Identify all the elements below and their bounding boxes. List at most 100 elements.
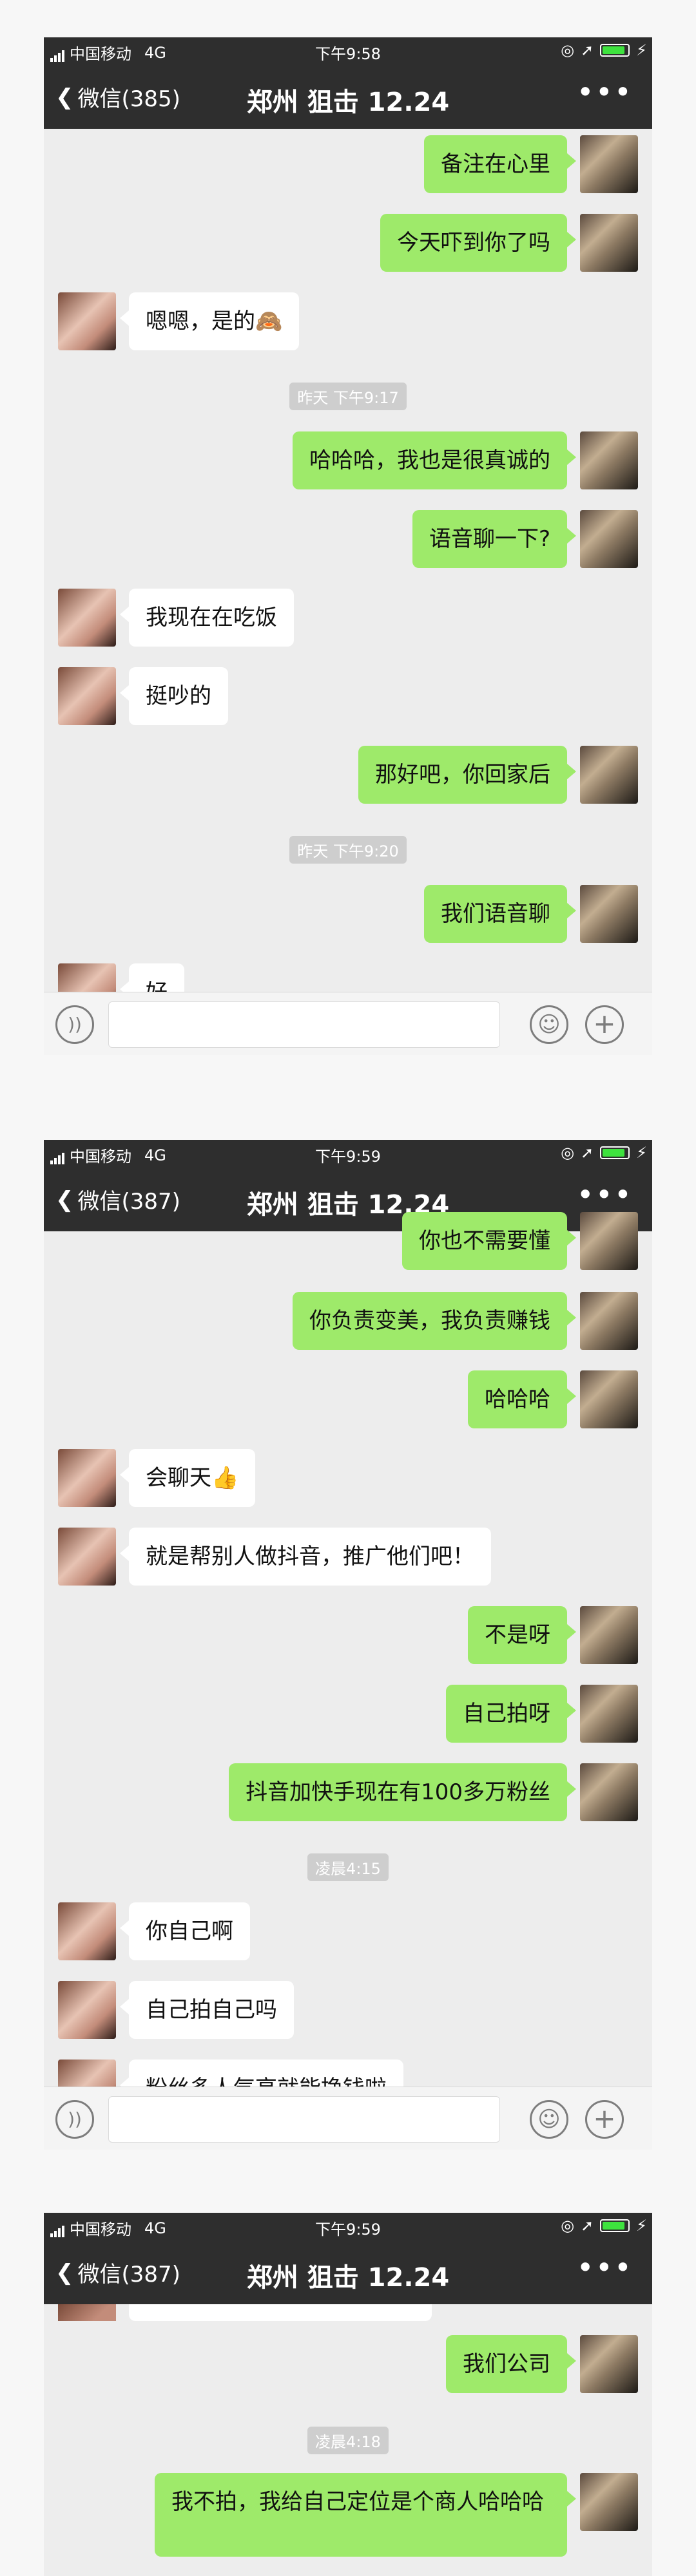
emoji-icon[interactable]: ☺ xyxy=(530,1005,568,1044)
voice-toggle-icon[interactable]: )) xyxy=(55,2100,94,2139)
message-bubble[interactable]: 我们公司 xyxy=(446,2335,576,2393)
message-bubble-cropped[interactable] xyxy=(129,2304,432,2321)
my-avatar[interactable] xyxy=(580,1606,638,1664)
message-bubble[interactable]: 我不拍，我给自己定位是个商人哈哈哈 xyxy=(155,2473,576,2557)
message-outgoing: 自己拍呀 xyxy=(44,1685,652,1743)
message-input[interactable] xyxy=(108,2096,500,2143)
contact-avatar[interactable] xyxy=(58,1449,116,1507)
more-button[interactable]: ••• xyxy=(577,75,633,109)
message-outgoing: 不是呀 xyxy=(44,1606,652,1664)
message-bubble[interactable]: 自己拍呀 xyxy=(446,1685,576,1743)
message-outgoing: 我不拍，我给自己定位是个商人哈哈哈 xyxy=(44,2473,652,2557)
message-incoming: 会聊天👍 xyxy=(44,1449,652,1507)
charging-icon: ⚡ xyxy=(636,2217,647,2235)
contact-avatar[interactable] xyxy=(58,1981,116,2039)
message-bubble[interactable]: 你自己啊 xyxy=(120,1902,250,1960)
my-avatar[interactable] xyxy=(580,214,638,272)
timestamp-label: 昨天 下午9:17 xyxy=(289,383,407,410)
timestamp-label: 凌晨4:18 xyxy=(307,2427,389,2454)
message-outgoing: 你负责变美，我负责赚钱 xyxy=(44,1292,652,1350)
location-icon: ◎ xyxy=(561,2217,575,2235)
message-bubble[interactable]: 我现在在吃饭 xyxy=(120,589,294,647)
message-bubble[interactable]: 备注在心里 xyxy=(424,135,576,193)
status-bar: 中国移动 4G 下午9:59 ◎ ➚ ⚡ xyxy=(44,1140,652,1166)
message-bubble[interactable]: 就是帮别人做抖音，推广他们吧！ xyxy=(120,1528,491,1586)
message-outgoing: 今天吓到你了吗 xyxy=(44,214,652,272)
message-outgoing: 语音聊一下? xyxy=(44,510,652,568)
my-avatar[interactable] xyxy=(580,1685,638,1743)
battery-icon xyxy=(600,2219,630,2232)
message-outgoing: 我们语音聊 xyxy=(44,885,652,943)
battery-icon xyxy=(600,44,630,57)
my-avatar[interactable] xyxy=(580,135,638,193)
my-avatar[interactable] xyxy=(580,510,638,568)
my-avatar[interactable] xyxy=(580,2335,638,2393)
my-avatar[interactable] xyxy=(580,746,638,804)
message-bubble[interactable]: 那好吧，你回家后 xyxy=(358,746,576,804)
contact-avatar[interactable] xyxy=(58,667,116,725)
message-bubble[interactable]: 我们语音聊 xyxy=(424,885,576,943)
my-avatar[interactable] xyxy=(580,1370,638,1428)
contact-avatar[interactable] xyxy=(58,589,116,647)
message-bubble[interactable]: 你负责变美，我负责赚钱 xyxy=(293,1292,576,1350)
status-bar: 中国移动 4G 下午9:59 ◎ ➚ ⚡ xyxy=(44,2213,652,2239)
message-bubble[interactable]: 不是呀 xyxy=(468,1606,576,1664)
contact-avatar[interactable] xyxy=(58,1528,116,1586)
timestamp: 昨天 下午9:17 xyxy=(44,383,652,410)
contact-avatar[interactable] xyxy=(58,292,116,350)
charging-icon: ⚡ xyxy=(636,41,647,59)
chat-screenshot-2: 中国移动 4G 下午9:59 ◎ ➚ ⚡ ❮ 微信(387) 郑州 狙击 12.… xyxy=(44,1140,652,2150)
message-bubble[interactable]: 语音聊一下? xyxy=(412,510,577,568)
message-outgoing: 抖音加快手现在有100多万粉丝 xyxy=(44,1763,652,1821)
message-bubble[interactable]: 今天吓到你了吗 xyxy=(380,214,576,272)
my-avatar[interactable] xyxy=(580,885,638,943)
chat-title: 郑州 狙击 12.24 xyxy=(246,88,450,117)
nav-bar: ❮ 微信(385) 郑州 狙击 12.24 ••• xyxy=(44,62,652,129)
message-input[interactable] xyxy=(108,1001,500,1048)
message-incoming: 自己拍自己吗 xyxy=(44,1981,652,2039)
location-icon: ◎ xyxy=(561,41,575,59)
message-incoming: 你自己啊 xyxy=(44,1902,652,1960)
plus-icon[interactable]: + xyxy=(585,1005,624,1044)
location-icon: ◎ xyxy=(561,1144,575,1162)
nav-bar: ❮ 微信(387) 郑州 狙击 12.24 ••• xyxy=(44,2237,652,2304)
more-button[interactable]: ••• xyxy=(577,1177,633,1212)
chat-screenshot-3: 中国移动 4G 下午9:59 ◎ ➚ ⚡ ❮ 微信(387) 郑州 狙击 12.… xyxy=(44,2213,652,2576)
contact-avatar[interactable] xyxy=(58,2304,116,2321)
contact-avatar[interactable] xyxy=(58,1902,116,1960)
my-avatar[interactable] xyxy=(580,1292,638,1350)
message-bubble[interactable]: 抖音加快手现在有100多万粉丝 xyxy=(229,1763,576,1821)
voice-toggle-icon[interactable]: )) xyxy=(55,1005,94,1044)
input-bar: )) ☺ + xyxy=(44,2087,652,2150)
plus-icon[interactable]: + xyxy=(585,2100,624,2139)
message-bubble[interactable]: 你也不需要懂 xyxy=(402,1212,576,1270)
message-outgoing: 那好吧，你回家后 xyxy=(44,746,652,804)
message-incoming: 就是帮别人做抖音，推广他们吧！ xyxy=(44,1528,652,1586)
message-incoming: 挺吵的 xyxy=(44,667,652,725)
message-outgoing: 你也不需要懂 xyxy=(44,1212,652,1270)
message-bubble[interactable]: 会聊天👍 xyxy=(119,1449,256,1507)
message-outgoing: 我们公司 xyxy=(44,2335,652,2393)
my-avatar[interactable] xyxy=(580,1212,638,1270)
my-avatar[interactable] xyxy=(580,2473,638,2531)
timestamp-label: 昨天 下午9:20 xyxy=(289,836,407,864)
chat-title: 郑州 狙击 12.24 xyxy=(246,2263,450,2293)
my-avatar[interactable] xyxy=(580,1763,638,1821)
message-outgoing: 备注在心里 xyxy=(44,135,652,193)
charging-icon: ⚡ xyxy=(636,1144,647,1162)
arrow-icon: ➚ xyxy=(581,1144,594,1162)
message-bubble[interactable]: 自己拍自己吗 xyxy=(120,1981,294,2039)
input-bar: )) ☺ + xyxy=(44,992,652,1055)
battery-icon xyxy=(600,1146,630,1159)
message-bubble[interactable]: 哈哈哈，我也是很真诚的 xyxy=(293,431,576,489)
arrow-icon: ➚ xyxy=(581,2217,594,2235)
message-bubble[interactable]: 挺吵的 xyxy=(120,667,228,725)
timestamp: 昨天 下午9:20 xyxy=(44,836,652,864)
more-button[interactable]: ••• xyxy=(577,2250,633,2285)
message-bubble[interactable]: 哈哈哈 xyxy=(468,1370,576,1428)
timestamp-label: 凌晨4:15 xyxy=(307,1853,389,1881)
message-bubble[interactable]: 嗯嗯，是的🙈 xyxy=(119,292,300,350)
message-incoming: 嗯嗯，是的🙈 xyxy=(44,292,652,350)
my-avatar[interactable] xyxy=(580,431,638,489)
emoji-icon[interactable]: ☺ xyxy=(530,2100,568,2139)
